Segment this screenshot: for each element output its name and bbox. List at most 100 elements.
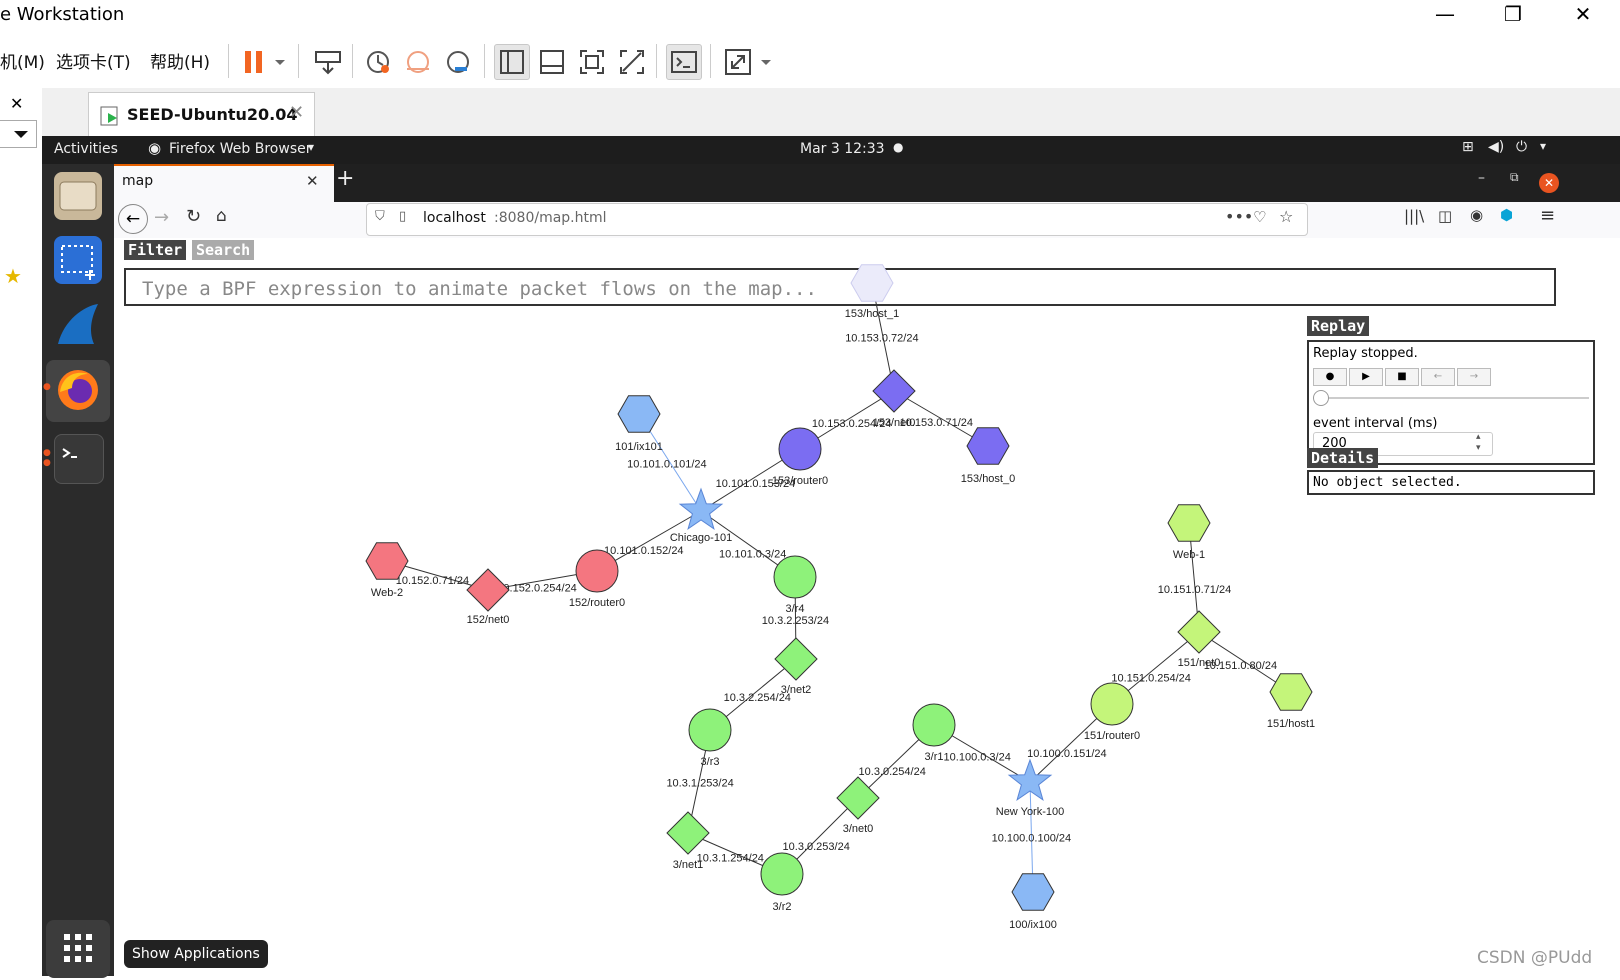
firefox-close-button[interactable]: ✕	[1539, 173, 1559, 193]
pause-icon[interactable]	[236, 44, 272, 80]
firefox-minimize-button[interactable]: –	[1478, 170, 1485, 186]
node-3-r3[interactable]	[688, 708, 732, 752]
node-152-router0[interactable]	[575, 549, 619, 593]
firefox-restore-button[interactable]: ⧉	[1510, 170, 1519, 185]
node-3-net2[interactable]	[774, 637, 818, 681]
send-keys-icon[interactable]	[310, 44, 346, 80]
node-web-1[interactable]	[1167, 504, 1211, 542]
node-153-host-0[interactable]	[966, 427, 1010, 465]
node-153-host-1[interactable]	[850, 264, 894, 302]
node-3-r4[interactable]	[773, 555, 817, 599]
files-icon[interactable]	[54, 172, 102, 220]
screenshot-icon[interactable]	[54, 236, 102, 284]
record-button[interactable]: ●	[1313, 368, 1347, 386]
minimize-button[interactable]: —	[1410, 0, 1480, 30]
unity-mode-icon[interactable]	[614, 44, 650, 80]
activities-button[interactable]: Activities	[54, 141, 118, 157]
sidebar-icon[interactable]: ◫	[1438, 207, 1452, 225]
node-101-ix101[interactable]	[617, 395, 661, 433]
node-153-net0[interactable]	[872, 369, 916, 413]
notification-dot-icon: ●	[893, 140, 904, 154]
back-button-icon[interactable]: ←	[118, 204, 148, 234]
node-151-host1[interactable]	[1269, 673, 1313, 711]
running-indicator-icon: ●	[43, 458, 51, 468]
forward-button-icon[interactable]: →	[154, 207, 169, 228]
node-100-ix100[interactable]	[1011, 873, 1055, 911]
pocket-icon[interactable]: ♡	[1253, 208, 1266, 226]
new-tab-icon[interactable]: +	[336, 166, 354, 191]
play-button[interactable]: ▶	[1349, 368, 1383, 386]
app-menu-arrow-icon[interactable]: ▾	[308, 140, 314, 154]
console-view-icon[interactable]	[666, 44, 702, 80]
stretch-dropdown-icon[interactable]	[754, 44, 778, 80]
node-153-host-0-label: 153/host_0	[961, 473, 1015, 485]
wireshark-icon[interactable]	[54, 300, 102, 348]
browser-tab-map[interactable]: map ✕	[114, 164, 334, 202]
account-icon[interactable]: ◉	[1470, 206, 1483, 224]
url-bar[interactable]: ⛉ ▯ localhost :8080/map.html ••• ♡ ☆	[366, 203, 1308, 236]
node-3-net1[interactable]	[666, 811, 710, 855]
node-3-r4-label: 3/r4	[786, 603, 805, 615]
home-icon[interactable]: ⌂	[216, 206, 227, 226]
network-icon[interactable]: ⊞	[1462, 139, 1474, 155]
fullscreen-icon[interactable]	[574, 44, 610, 80]
browser-tab-close-icon[interactable]: ✕	[306, 172, 319, 190]
shield-icon[interactable]: ⛉	[375, 209, 385, 224]
replay-slider-track[interactable]	[1313, 397, 1589, 399]
spin-up-icon[interactable]: ▴	[1476, 432, 1481, 442]
page-content: Filter Search Type a BPF expression to a…	[114, 238, 1620, 976]
node-3-r1[interactable]	[912, 703, 956, 747]
node-153-router0[interactable]	[778, 427, 822, 471]
stop-button[interactable]: ■	[1385, 368, 1419, 386]
library-view-icon[interactable]	[494, 44, 530, 80]
window-title: e Workstation	[0, 4, 125, 25]
edge-label: 10.101.0.152/24	[604, 545, 684, 557]
extension-icon[interactable]: ⬢	[1500, 206, 1513, 224]
node-web-2[interactable]	[365, 542, 409, 580]
page-info-icon[interactable]: ▯	[399, 209, 406, 224]
node-3-r1-label: 3/r1	[925, 751, 944, 763]
hamburger-menu-icon[interactable]: ≡	[1540, 205, 1555, 226]
library-icon[interactable]: |||\	[1404, 207, 1424, 225]
edge-label: 10.151.0.71/24	[1158, 584, 1231, 596]
close-window-button[interactable]: ✕	[1548, 0, 1618, 30]
replay-slider-handle[interactable]	[1313, 390, 1329, 406]
close-library-icon[interactable]: ✕	[10, 94, 23, 113]
maximize-button[interactable]: ❐	[1478, 0, 1548, 30]
menu-tabs[interactable]: 选项卡(T)	[56, 48, 131, 73]
bookmark-star-icon[interactable]: ☆	[1279, 207, 1293, 226]
vm-running-icon	[100, 106, 118, 126]
node-151-router0[interactable]	[1090, 682, 1134, 726]
clock[interactable]: Mar 3 12:33	[800, 141, 885, 157]
snapshot-icon[interactable]	[360, 44, 396, 80]
firefox-tab-strip: map ✕ + – ⧉ ✕	[114, 164, 1620, 202]
power-icon[interactable]: ⏻	[1516, 139, 1527, 155]
app-menu[interactable]: Firefox Web Browser	[169, 141, 312, 157]
terminal-icon[interactable]	[54, 434, 104, 484]
vm-tab-close-icon[interactable]: ✕	[289, 102, 304, 123]
library-dropdown[interactable]	[0, 120, 37, 148]
menu-vm[interactable]: 机(M)	[0, 48, 45, 73]
vm-tab-seed-ubuntu[interactable]: SEED-Ubuntu20.04 ✕	[88, 92, 315, 137]
volume-icon[interactable]: ◀)	[1488, 139, 1504, 155]
show-applications-button[interactable]	[46, 920, 110, 978]
stretch-guest-icon[interactable]	[720, 44, 756, 80]
page-actions-icon[interactable]: •••	[1225, 207, 1253, 226]
pause-dropdown-icon[interactable]	[268, 44, 292, 80]
favorite-star-icon[interactable]: ★	[4, 264, 22, 288]
spin-down-icon[interactable]: ▾	[1476, 443, 1481, 453]
step-back-button[interactable]: ←	[1421, 368, 1455, 386]
node-3-r2[interactable]	[760, 852, 804, 896]
edge-label: 10.153.0.72/24	[845, 333, 918, 345]
node-151-net0[interactable]	[1177, 610, 1221, 654]
firefox-icon[interactable]	[54, 366, 102, 414]
thumbnail-bar-icon[interactable]	[534, 44, 570, 80]
reload-icon[interactable]: ↻	[186, 206, 201, 227]
node-chicago-101[interactable]	[678, 487, 724, 530]
snapshot-manager-icon[interactable]	[440, 44, 476, 80]
menu-help[interactable]: 帮助(H)	[150, 48, 210, 73]
system-menu-arrow-icon[interactable]: ▾	[1540, 139, 1546, 153]
step-forward-button[interactable]: →	[1457, 368, 1491, 386]
revert-snapshot-icon[interactable]	[400, 44, 436, 80]
node-152-net0[interactable]	[466, 568, 510, 612]
